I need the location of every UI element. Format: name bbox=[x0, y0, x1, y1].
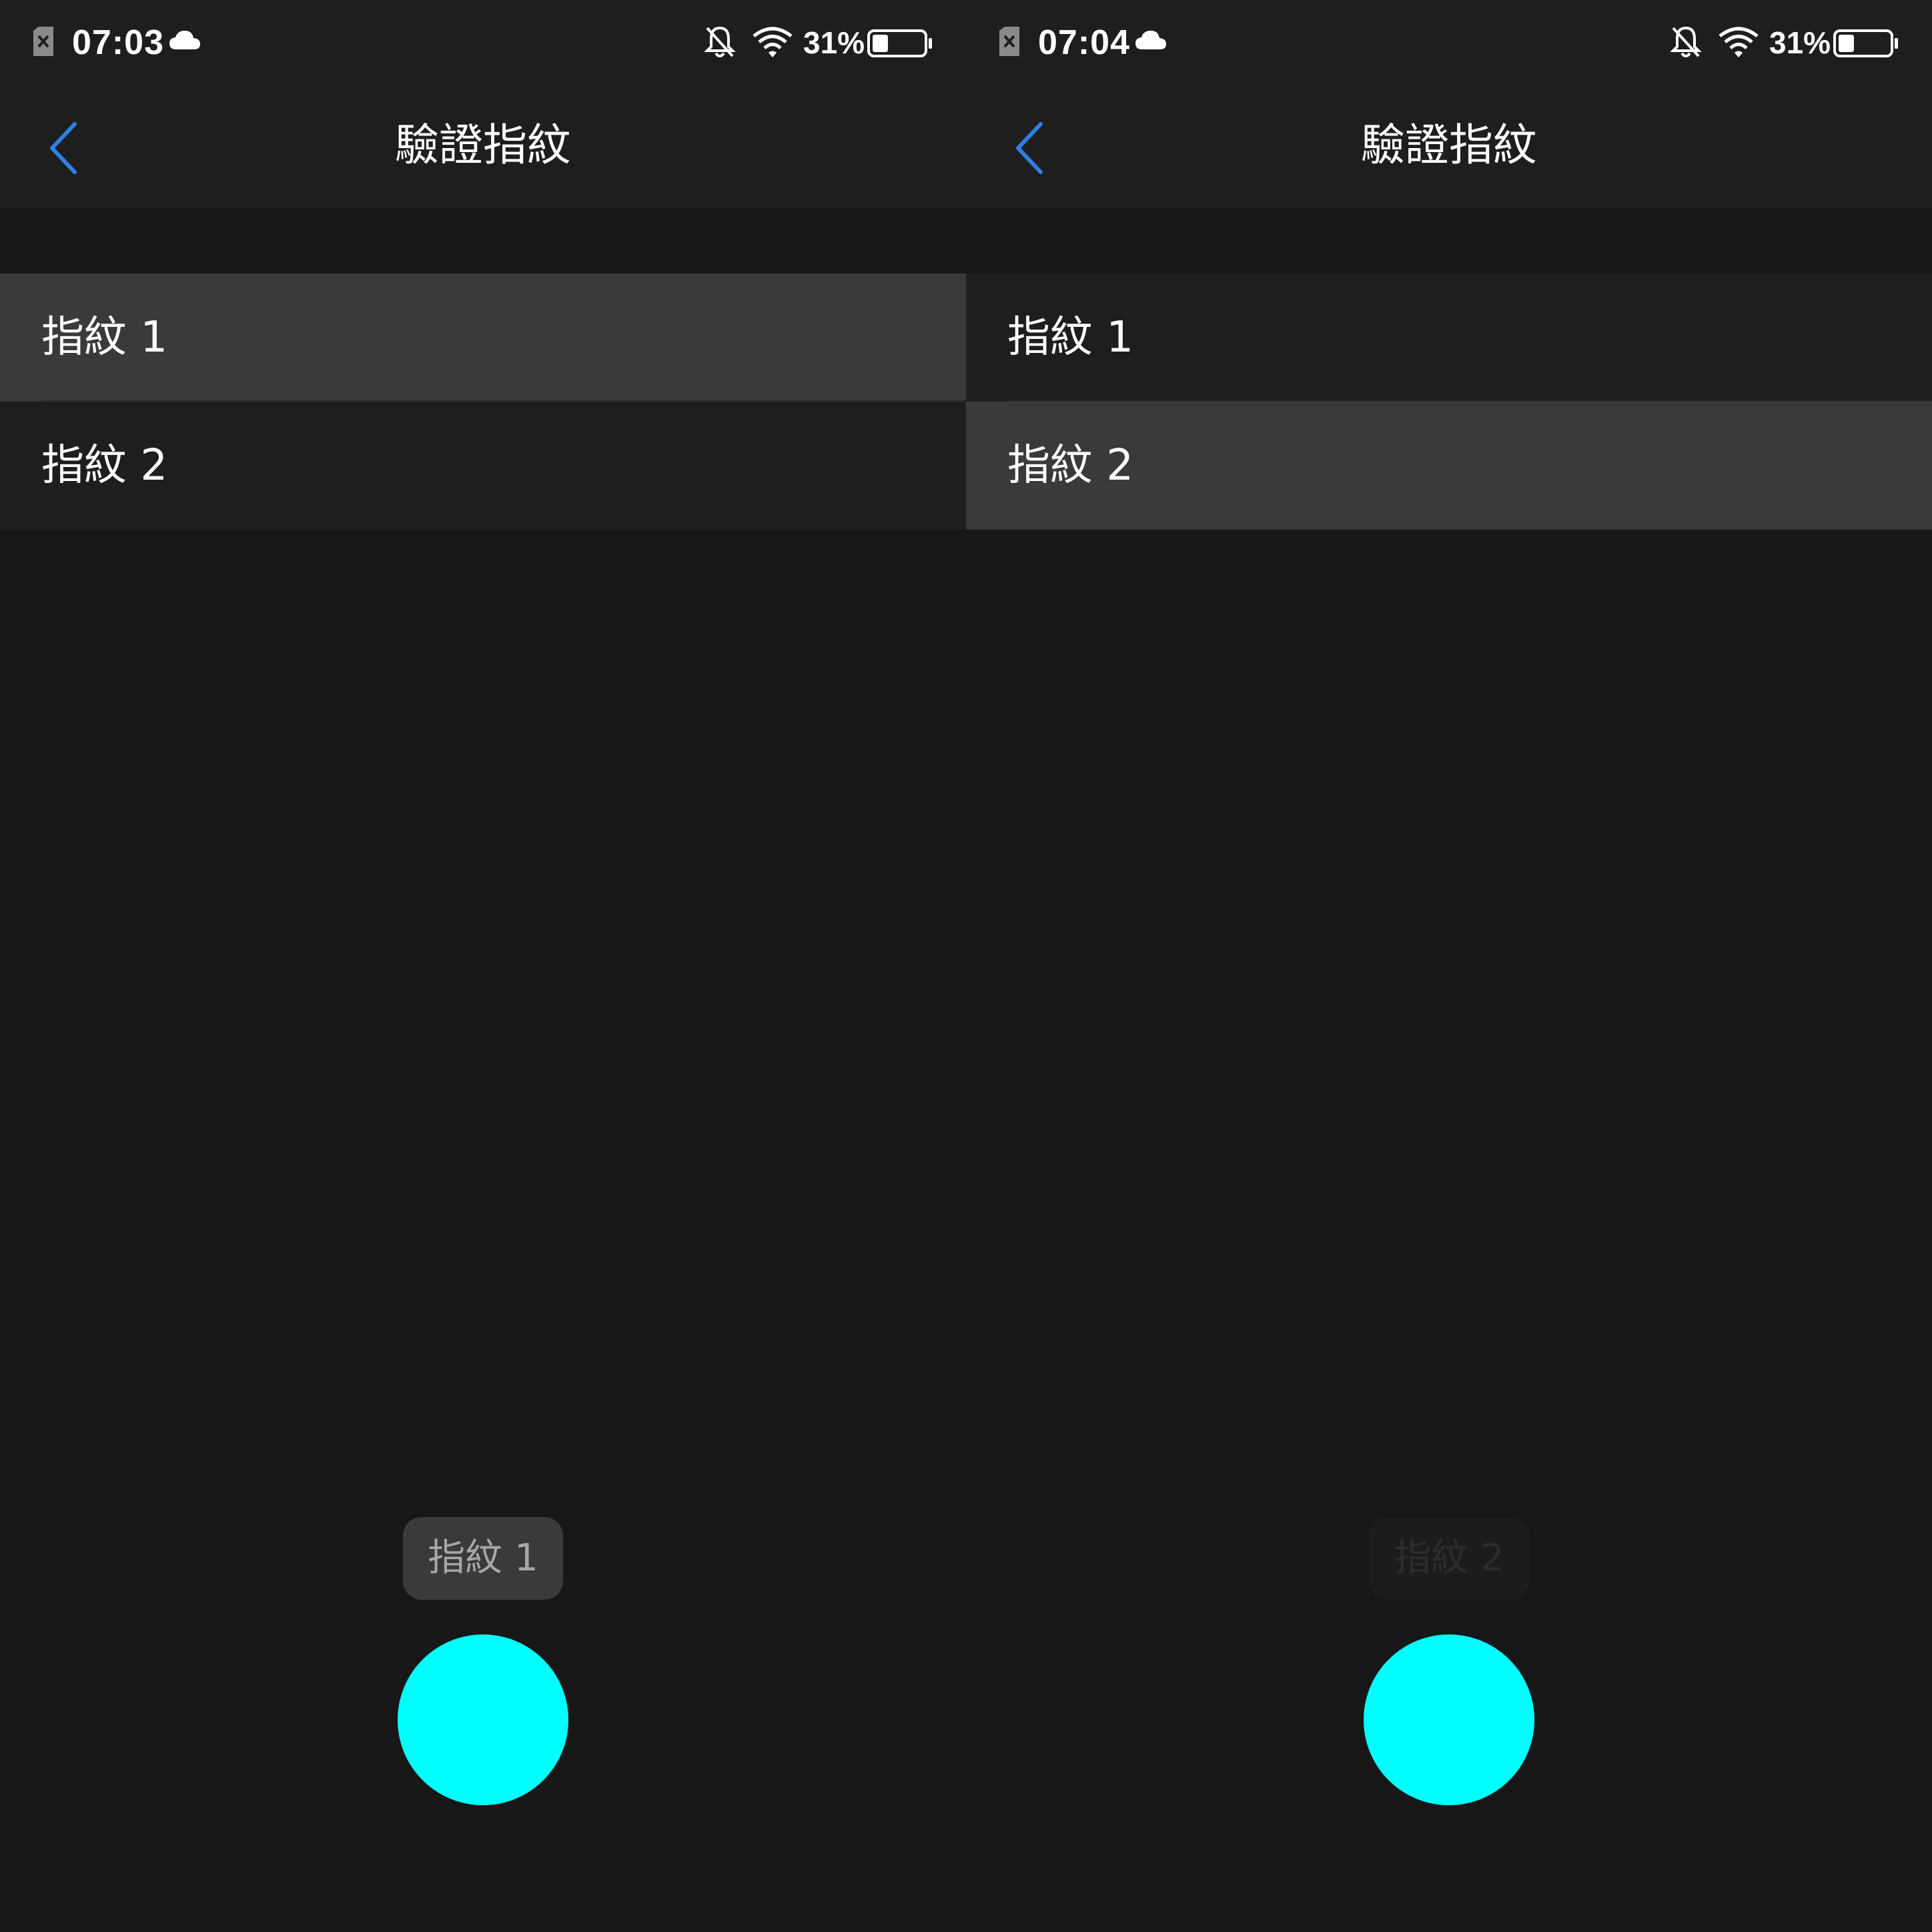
list-item-fingerprint-1[interactable]: 指紋 1 bbox=[0, 274, 966, 402]
wifi-icon bbox=[753, 27, 793, 57]
status-bar: 07:04 31% bbox=[966, 0, 1932, 87]
list-item-fingerprint-2[interactable]: 指紋 2 bbox=[966, 402, 1932, 530]
battery-fill bbox=[873, 35, 888, 52]
wifi-icon bbox=[1719, 27, 1759, 57]
fingerprint-list: 指紋 1 指紋 2 bbox=[0, 274, 966, 530]
battery-icon bbox=[1833, 29, 1898, 57]
battery-percent: 31% bbox=[803, 25, 865, 60]
screen-1: 07:03 31% 驗證指紋 指紋 1 指紋 2 指紋 1 bbox=[0, 0, 966, 1932]
screens-container: 07:03 31% 驗證指紋 指紋 1 指紋 2 指紋 1 07:04 31% … bbox=[0, 0, 1932, 1932]
battery-fill bbox=[1839, 35, 1854, 52]
list-item-label: 指紋 2 bbox=[41, 441, 168, 490]
cloud-icon bbox=[1135, 31, 1166, 49]
toast-text: 指紋 2 bbox=[1394, 1536, 1504, 1580]
list-item-fingerprint-2[interactable]: 指紋 2 bbox=[0, 402, 966, 530]
app-header: 驗證指紋 bbox=[966, 87, 1932, 208]
page-title: 驗證指紋 bbox=[395, 119, 571, 171]
battery-percent: 31% bbox=[1769, 25, 1831, 60]
toast: 指紋 2 bbox=[1369, 1517, 1529, 1600]
list-item-label: 指紋 1 bbox=[41, 313, 168, 362]
sim-off-icon bbox=[999, 27, 1019, 56]
toast: 指紋 1 bbox=[403, 1517, 563, 1600]
list-item-fingerprint-1[interactable]: 指紋 1 bbox=[966, 274, 1932, 402]
status-time: 07:04 bbox=[1038, 23, 1130, 62]
bell-off-icon bbox=[1670, 26, 1701, 57]
page-title: 驗證指紋 bbox=[1361, 119, 1537, 171]
cloud-icon bbox=[169, 31, 200, 49]
touch-indicator bbox=[398, 1634, 568, 1805]
screen-2: 07:04 31% 驗證指紋 指紋 1 指紋 2 指紋 2 bbox=[966, 0, 1932, 1932]
battery-icon bbox=[867, 29, 932, 57]
touch-indicator bbox=[1364, 1634, 1534, 1805]
sim-off-icon bbox=[33, 27, 53, 56]
fingerprint-list: 指紋 1 指紋 2 bbox=[966, 274, 1932, 530]
status-time: 07:03 bbox=[72, 23, 164, 62]
list-item-label: 指紋 2 bbox=[1007, 441, 1134, 490]
app-header: 驗證指紋 bbox=[0, 87, 966, 208]
status-bar: 07:03 31% bbox=[0, 0, 966, 87]
toast-text: 指紋 1 bbox=[428, 1536, 538, 1580]
list-item-label: 指紋 1 bbox=[1007, 313, 1134, 362]
bell-off-icon bbox=[704, 26, 735, 57]
